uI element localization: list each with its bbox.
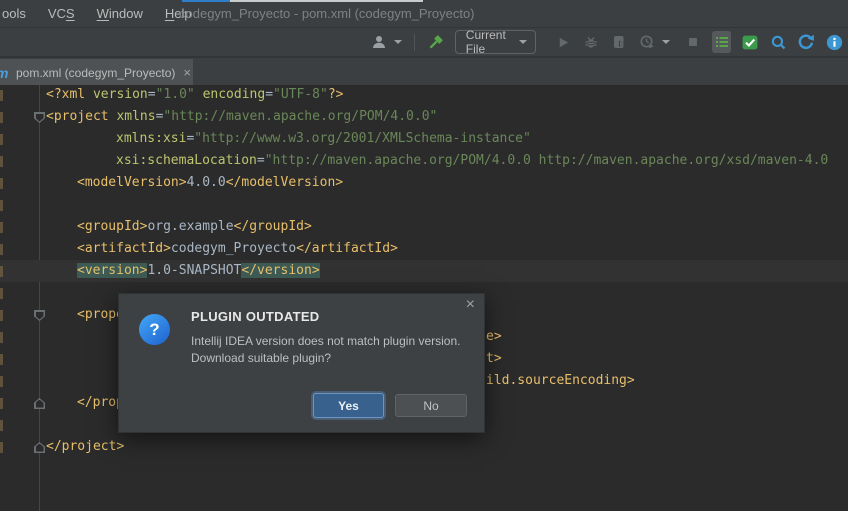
gutter-line-number-sliver bbox=[0, 200, 3, 211]
menu-item-vcs[interactable]: VCS bbox=[37, 6, 86, 21]
tab-pom-xml[interactable]: m pom.xml (codegym_Proyecto) × bbox=[0, 59, 193, 86]
maven-file-icon: m bbox=[0, 65, 12, 81]
toolbar-separator bbox=[414, 33, 415, 51]
code-line: t> bbox=[486, 351, 502, 366]
gutter-line-number-sliver bbox=[0, 112, 3, 123]
info-icon[interactable] bbox=[825, 33, 843, 51]
dialog-message-line1: Intellij IDEA version does not match plu… bbox=[191, 334, 461, 348]
window-title: codegym_Proyecto - pom.xml (codegym_Proy… bbox=[179, 6, 475, 21]
run-with-coverage-icon[interactable] bbox=[610, 33, 628, 51]
gutter-line-number-sliver bbox=[0, 90, 3, 101]
chevron-down-icon bbox=[519, 40, 528, 44]
dialog-close-icon[interactable]: × bbox=[466, 297, 475, 313]
code-line: <?xml version="1.0" encoding="UTF-8"?> bbox=[46, 87, 344, 102]
no-button[interactable]: No bbox=[395, 394, 467, 417]
fold-marker-icon[interactable] bbox=[34, 398, 45, 409]
editor-tab-bar: m pom.xml (codegym_Proyecto) × bbox=[0, 57, 848, 86]
gutter-line-number-sliver bbox=[0, 288, 3, 299]
code-line: xsi:schemaLocation="http://maven.apache.… bbox=[116, 153, 829, 168]
todo-list-button[interactable] bbox=[712, 31, 732, 53]
gutter-line-number-sliver bbox=[0, 420, 3, 431]
gutter-line-number-sliver bbox=[0, 266, 3, 277]
user-avatar-icon[interactable] bbox=[370, 33, 388, 51]
plugin-outdated-dialog: × ? PLUGIN OUTDATED Intellij IDEA versio… bbox=[118, 293, 485, 433]
gutter-line-number-sliver bbox=[0, 134, 3, 145]
build-hammer-icon[interactable] bbox=[427, 33, 445, 51]
run-configuration-label: Current File bbox=[465, 28, 506, 56]
dialog-title: PLUGIN OUTDATED bbox=[191, 309, 320, 324]
chevron-down-icon[interactable] bbox=[662, 40, 671, 44]
fold-marker-icon[interactable] bbox=[34, 112, 45, 123]
run-configuration-select[interactable]: Current File bbox=[454, 28, 537, 56]
code-line: </project> bbox=[46, 439, 125, 454]
fold-marker-icon[interactable] bbox=[34, 310, 45, 321]
gutter-line-number-sliver bbox=[0, 354, 3, 365]
run-icon[interactable] bbox=[554, 33, 572, 51]
chevron-down-icon[interactable] bbox=[394, 40, 402, 44]
question-icon: ? bbox=[139, 314, 170, 345]
gutter-line-number-sliver bbox=[0, 156, 3, 167]
profiler-icon[interactable] bbox=[638, 33, 656, 51]
gutter-line-number-sliver bbox=[0, 222, 3, 233]
menu-item-window[interactable]: Window bbox=[86, 6, 154, 21]
gutter-line-number-sliver bbox=[0, 376, 3, 387]
fold-marker-icon[interactable] bbox=[34, 442, 45, 453]
menu-item-ools[interactable]: ools bbox=[0, 6, 37, 21]
gutter-line-number-sliver bbox=[0, 244, 3, 255]
gutter-line-number-sliver bbox=[0, 398, 3, 409]
top-white-strip bbox=[230, 0, 423, 2]
stop-icon[interactable] bbox=[684, 33, 702, 51]
code-line: ild.sourceEncoding> bbox=[486, 373, 635, 388]
code-line: <version>1.0-SNAPSHOT</version> bbox=[77, 263, 320, 278]
title-bar: ools VCS Window Help codegym_Proyecto - pom… bbox=[0, 0, 848, 28]
code-line: <artifactId>codegym_Proyecto</artifactId… bbox=[77, 241, 398, 256]
top-blue-strip bbox=[182, 0, 230, 2]
gutter-line-number-sliver bbox=[0, 310, 3, 321]
code-line: <project xmlns="http://maven.apache.org/… bbox=[46, 109, 438, 124]
code-line: <modelVersion>4.0.0</modelVersion> bbox=[77, 175, 344, 190]
search-everywhere-icon[interactable] bbox=[769, 33, 787, 51]
debug-icon[interactable] bbox=[582, 33, 600, 51]
code-line: xmlns:xsi="http://www.w3.org/2001/XMLSch… bbox=[116, 131, 531, 146]
tab-label: pom.xml (codegym_Proyecto) bbox=[16, 65, 176, 80]
main-toolbar: Current File bbox=[0, 28, 848, 57]
code-line: e> bbox=[486, 329, 502, 344]
gutter-line-number-sliver bbox=[0, 178, 3, 189]
commit-check-icon[interactable] bbox=[741, 33, 759, 51]
dialog-message-line2: Download suitable plugin? bbox=[191, 351, 332, 365]
gutter-line-number-sliver bbox=[0, 332, 3, 343]
tab-close-icon[interactable]: × bbox=[183, 66, 191, 79]
code-line: <groupId>org.example</groupId> bbox=[77, 219, 312, 234]
gutter-line-number-sliver bbox=[0, 442, 3, 453]
yes-button[interactable]: Yes bbox=[313, 393, 384, 418]
refresh-icon[interactable] bbox=[797, 33, 815, 51]
